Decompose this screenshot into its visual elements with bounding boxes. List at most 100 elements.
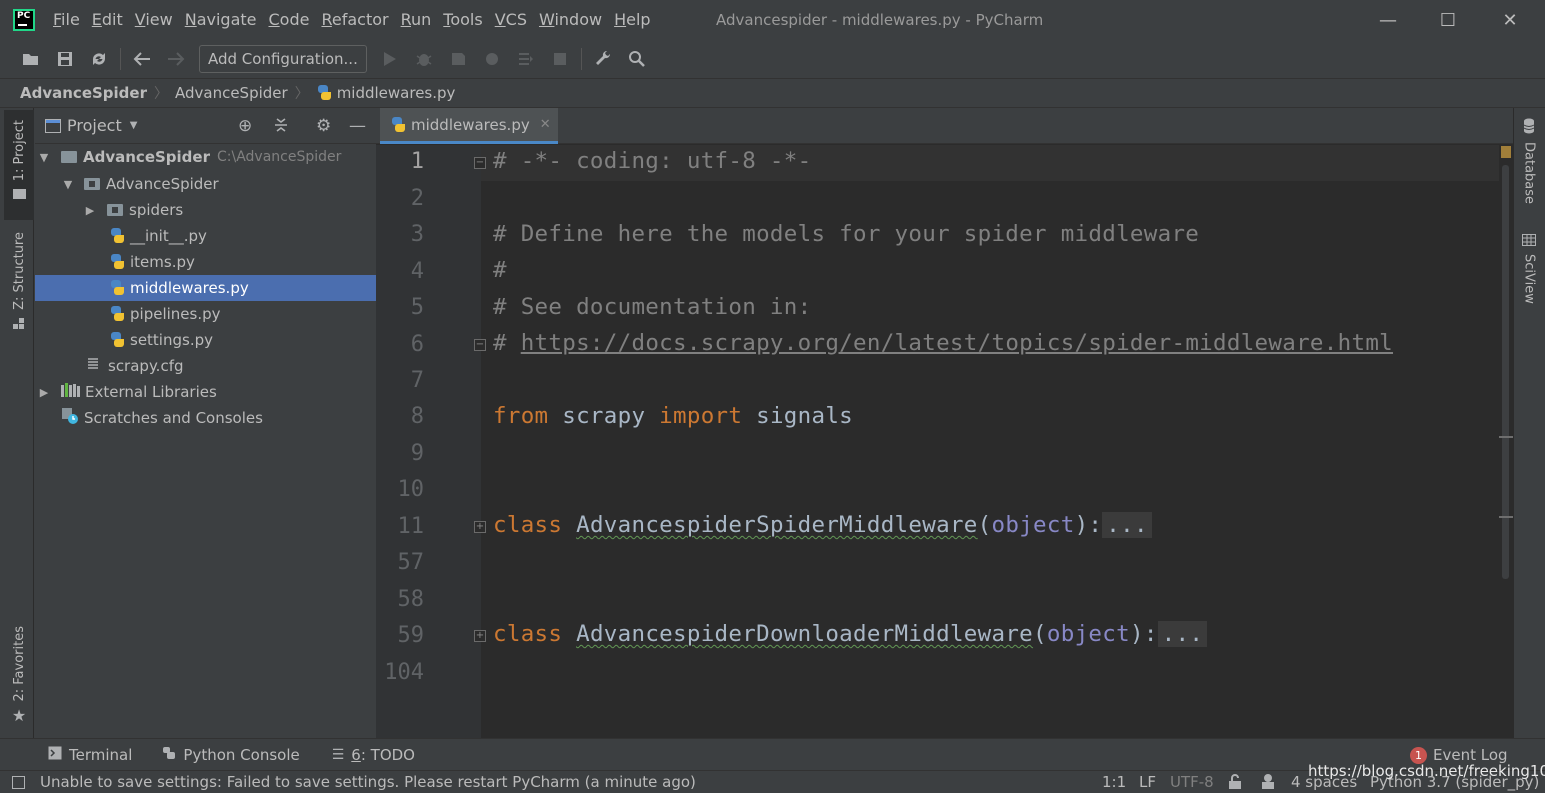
documentation-link[interactable]: https://docs.scrapy.org/en/latest/topics… (521, 330, 1393, 356)
tab-favorites[interactable]: 2: Favorites ★ (4, 620, 34, 730)
editor-tab-middlewares[interactable]: middlewares.py ✕ (380, 108, 558, 144)
config-file-icon (86, 357, 102, 375)
concurrency-icon[interactable] (509, 44, 543, 74)
menu-refactor[interactable]: Refactor (315, 0, 394, 40)
profile-icon[interactable] (475, 44, 509, 74)
sync-icon[interactable] (82, 44, 116, 74)
menu-tools[interactable]: Tools (437, 0, 488, 40)
expand-fold-icon[interactable]: + (474, 630, 486, 642)
menu-code[interactable]: Code (263, 0, 316, 40)
collapse-all-icon[interactable] (273, 116, 289, 139)
editor-scrollbar[interactable] (1499, 145, 1513, 738)
line-number: 3 (410, 222, 424, 247)
toggle-tool-windows-icon[interactable] (12, 776, 25, 789)
code-line-59[interactable]: class AdvancespiderDownloaderMiddleware(… (493, 621, 1208, 647)
expand-fold-icon[interactable]: + (474, 521, 486, 533)
folded-code-placeholder[interactable]: ... (1102, 512, 1152, 538)
tree-item-settings[interactable]: settings.py (35, 327, 376, 353)
close-button[interactable]: ✕ (1480, 0, 1540, 40)
todo-tab[interactable]: ☰ 6: TODO (332, 746, 415, 764)
tree-item-label: Scratches and Consoles (84, 409, 263, 427)
fold-marker-icon[interactable]: − (474, 157, 486, 169)
minimize-button[interactable]: — (1358, 0, 1418, 40)
line-number: 57 (397, 550, 425, 575)
debug-icon[interactable] (407, 44, 441, 74)
status-message[interactable]: Unable to save settings: Failed to save … (40, 771, 696, 793)
tree-item-scrapy-cfg[interactable]: scrapy.cfg (35, 353, 376, 379)
open-folder-icon[interactable] (14, 44, 48, 74)
breadcrumb-file[interactable]: middlewares.py (337, 84, 456, 102)
line-separator[interactable]: LF (1139, 771, 1156, 793)
caret-position[interactable]: 1:1 (1102, 771, 1126, 793)
close-icon: ✕ (1502, 9, 1518, 31)
code-line-1[interactable]: # -*- coding: utf-8 -*- (493, 148, 811, 174)
code-line-8[interactable]: from scrapy import signals (493, 403, 853, 429)
tab-database[interactable]: Database (1514, 118, 1544, 218)
python-console-tab[interactable]: Python Console (162, 746, 300, 764)
tree-item-scratches[interactable]: Scratches and Consoles (35, 405, 376, 431)
tree-item-spiders[interactable]: ▶ spiders (35, 197, 376, 223)
terminal-tab[interactable]: Terminal (48, 746, 132, 764)
fold-marker-icon[interactable]: − (474, 339, 486, 351)
collapsed-arrow-icon[interactable]: ▶ (37, 386, 51, 399)
locate-target-icon[interactable]: ⊕ (238, 116, 252, 136)
tree-item-label: middlewares.py (130, 279, 249, 297)
menu-window[interactable]: Window (533, 0, 608, 40)
inspector-icon[interactable] (1260, 773, 1276, 793)
package-folder-icon (107, 204, 123, 216)
tab-sciview[interactable]: SciView (1514, 232, 1544, 322)
close-tab-icon[interactable]: ✕ (540, 117, 551, 132)
tree-item-middlewares[interactable]: middlewares.py (35, 275, 376, 301)
expanded-arrow-icon[interactable]: ▼ (37, 151, 51, 164)
editor-tab-label: middlewares.py (411, 115, 530, 134)
back-arrow-icon[interactable] (125, 44, 159, 74)
library-icon (61, 383, 81, 401)
code-line-4[interactable]: # (493, 257, 507, 283)
stop-icon[interactable] (543, 44, 577, 74)
run-icon[interactable] (373, 44, 407, 74)
code-line-6[interactable]: # https://docs.scrapy.org/en/latest/topi… (493, 330, 1393, 356)
hide-panel-icon[interactable]: — (349, 116, 366, 136)
tree-item-label: __init__.py (130, 227, 207, 245)
code-line-5[interactable]: # See documentation in: (493, 294, 811, 320)
error-stripe-marker[interactable] (1499, 436, 1513, 438)
event-count-badge: 1 (1410, 746, 1427, 764)
tab-project[interactable]: 1: Project (4, 110, 34, 220)
gear-icon[interactable]: ⚙ (316, 116, 331, 136)
search-icon[interactable] (620, 44, 654, 74)
lock-icon[interactable] (1228, 774, 1242, 793)
tree-item-external-libraries[interactable]: ▶ External Libraries (35, 379, 376, 405)
breadcrumb-project[interactable]: AdvanceSpider (20, 84, 147, 102)
menu-navigate[interactable]: Navigate (179, 0, 263, 40)
tree-item-items[interactable]: items.py (35, 249, 376, 275)
breadcrumb-package[interactable]: AdvanceSpider (175, 84, 288, 102)
maximize-button[interactable]: ☐ (1418, 0, 1478, 40)
menu-view[interactable]: View (129, 0, 179, 40)
coverage-icon[interactable] (441, 44, 475, 74)
code-line-3[interactable]: # Define here the models for your spider… (493, 221, 1199, 247)
tree-root[interactable]: ▼ AdvanceSpider C:\AdvanceSpider (35, 144, 376, 170)
wrench-settings-icon[interactable] (586, 44, 620, 74)
project-panel-title[interactable]: Project (67, 116, 122, 135)
add-configuration-button[interactable]: Add Configuration... (199, 45, 367, 73)
error-stripe-marker[interactable] (1499, 516, 1513, 518)
menu-run[interactable]: Run (395, 0, 438, 40)
menu-edit[interactable]: Edit (86, 0, 129, 40)
code-line-11[interactable]: class AdvancespiderSpiderMiddleware(obje… (493, 512, 1152, 538)
save-all-icon[interactable] (48, 44, 82, 74)
forward-arrow-icon[interactable] (159, 44, 193, 74)
file-encoding[interactable]: UTF-8 (1170, 771, 1214, 793)
folded-code-placeholder[interactable]: ... (1157, 621, 1208, 647)
collapsed-arrow-icon[interactable]: ▶ (83, 204, 97, 217)
tree-item-pipelines[interactable]: pipelines.py (35, 301, 376, 327)
chevron-down-icon[interactable]: ▼ (130, 120, 138, 131)
menu-help[interactable]: Help (608, 0, 656, 40)
menu-file[interactable]: File (47, 0, 86, 40)
expanded-arrow-icon[interactable]: ▼ (61, 178, 75, 191)
tree-item-package[interactable]: ▼ AdvanceSpider (35, 171, 376, 197)
menu-vcs[interactable]: VCS (489, 0, 533, 40)
inspection-status-icon[interactable] (1501, 146, 1511, 158)
line-number: 104 (384, 660, 424, 685)
tree-item-init[interactable]: __init__.py (35, 223, 376, 249)
tab-structure[interactable]: Z: Structure (4, 226, 34, 336)
